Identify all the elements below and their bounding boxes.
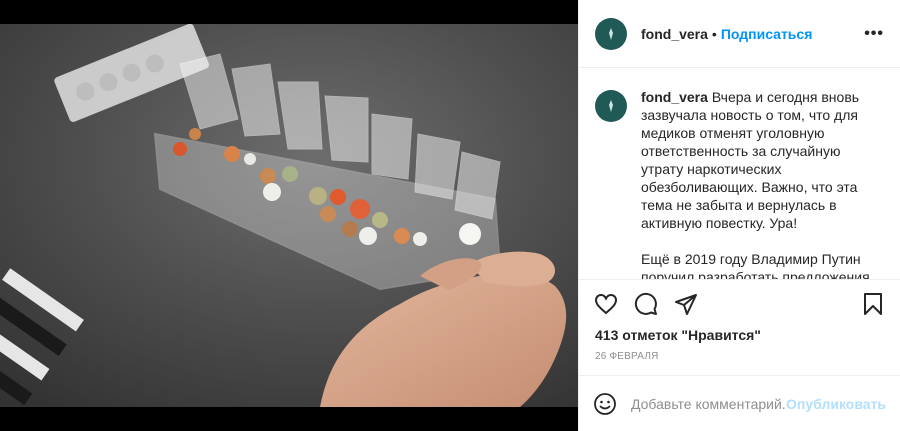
bookmark-icon	[864, 292, 882, 315]
logo-icon	[609, 100, 613, 112]
pill-organizer-photo	[0, 24, 578, 407]
comment-box: Опубликовать	[579, 375, 900, 431]
likes-count[interactable]: 413 отметок "Нравится"	[579, 327, 900, 347]
comment-icon	[634, 292, 657, 315]
share-button[interactable]	[673, 291, 699, 317]
more-options-button[interactable]: •••	[864, 25, 884, 43]
comment-input[interactable]	[631, 395, 787, 412]
username-link[interactable]: fond_vera	[641, 26, 708, 42]
emoji-icon[interactable]	[593, 392, 617, 416]
caption-paragraph-1: Вчера и сегодня вновь зазвучала новость …	[641, 89, 860, 231]
comment-button[interactable]	[633, 291, 659, 317]
logo-icon	[609, 27, 613, 40]
post-header: fond_vera • Подписаться •••	[579, 0, 900, 68]
share-icon	[675, 293, 697, 315]
heart-icon	[594, 293, 618, 314]
separator-dot: •	[711, 25, 717, 42]
post-media	[0, 0, 578, 431]
post-photo[interactable]	[0, 24, 578, 407]
like-button[interactable]	[593, 291, 619, 317]
caption-text: fond_vera Вчера и сегодня вновь зазвучал…	[641, 88, 873, 279]
avatar[interactable]	[595, 17, 627, 50]
save-button[interactable]	[860, 291, 886, 317]
post-side-panel: fond_vera • Подписаться ••• fond_vera Вч…	[578, 0, 900, 431]
caption-avatar[interactable]	[595, 90, 627, 122]
publish-button[interactable]: Опубликовать	[786, 396, 886, 412]
caption-area: fond_vera Вчера и сегодня вновь зазвучал…	[579, 68, 900, 279]
action-bar	[579, 279, 900, 327]
follow-button[interactable]: Подписаться	[721, 26, 813, 42]
caption-paragraph-2: Ещё в 2019 году Владимир Путин поручил р…	[641, 251, 870, 279]
caption-username[interactable]: fond_vera	[641, 89, 708, 105]
post-date[interactable]: 26 ФЕВРАЛЯ	[579, 347, 900, 373]
instagram-post: fond_vera • Подписаться ••• fond_vera Вч…	[0, 0, 900, 431]
